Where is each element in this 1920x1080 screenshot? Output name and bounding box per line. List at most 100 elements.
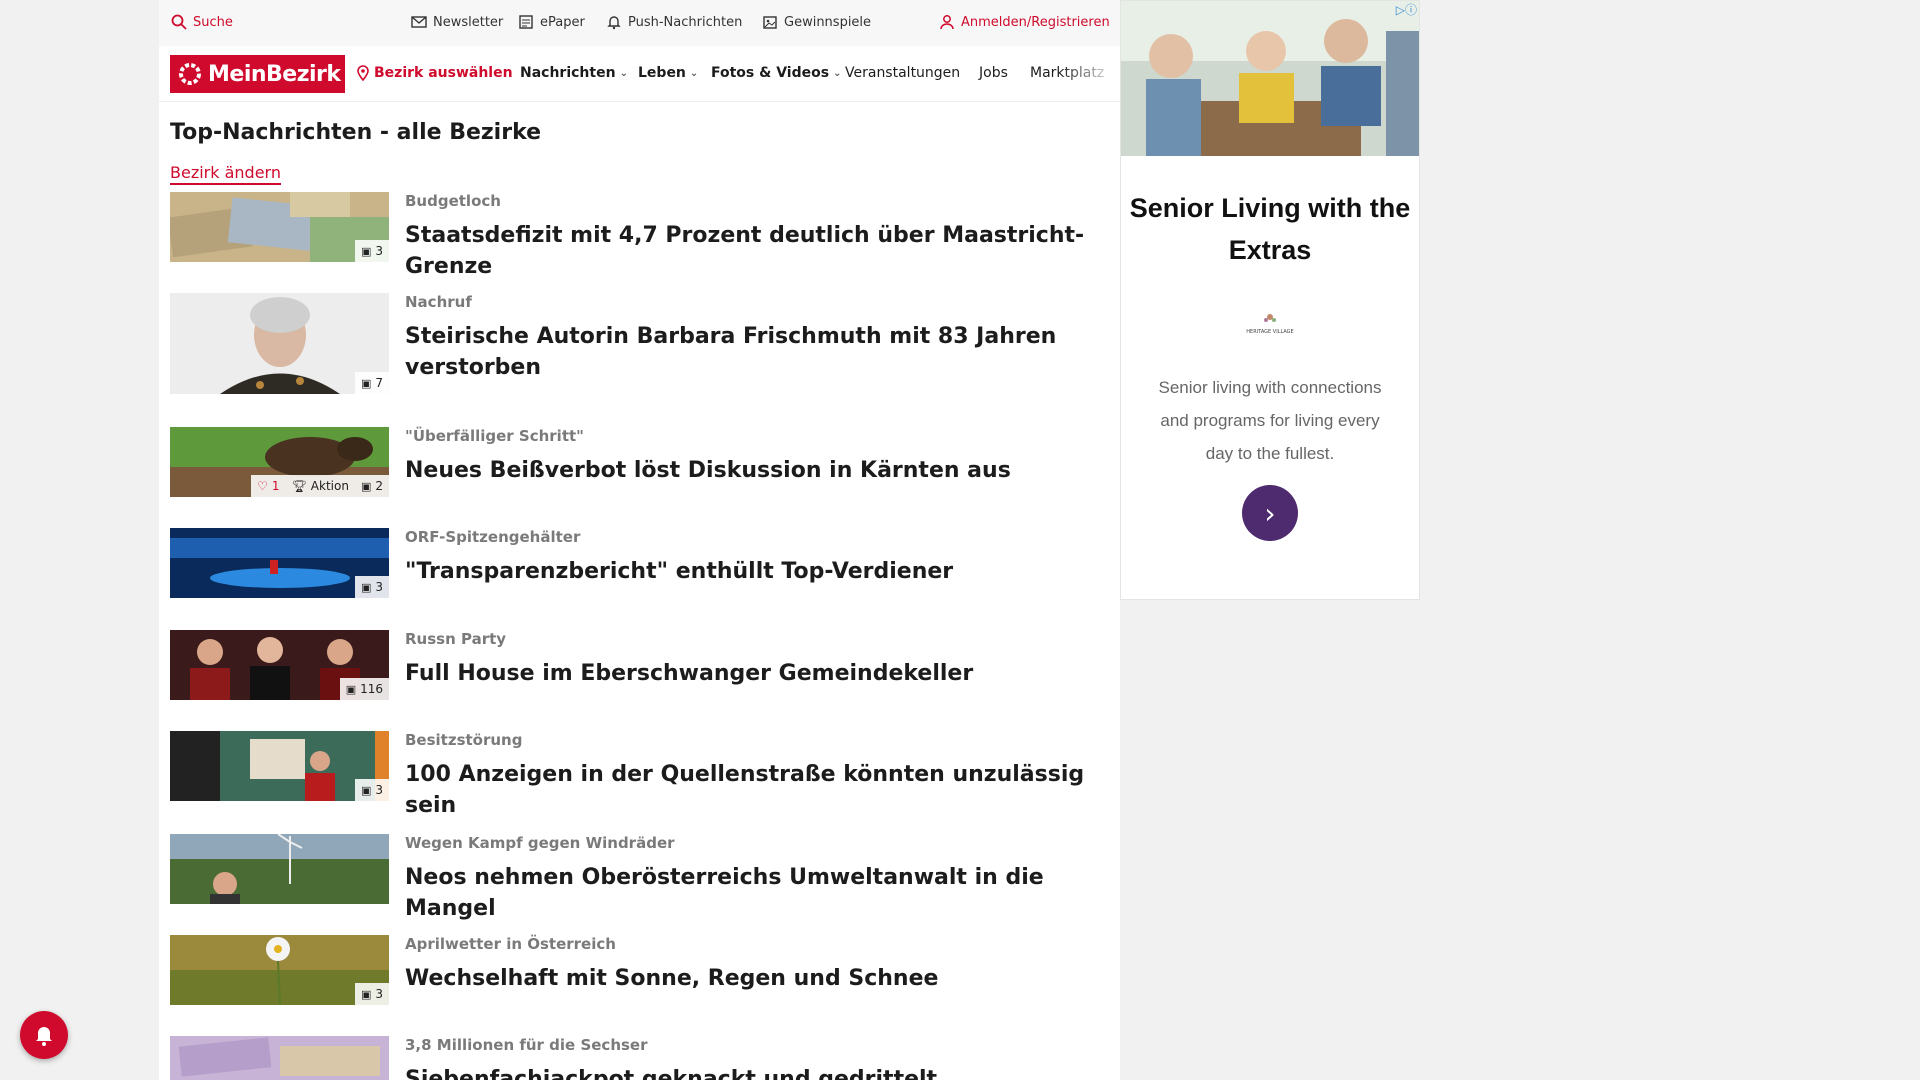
gift-icon [763,16,777,29]
article-kicker: Aprilwetter in Österreich [405,935,616,953]
search-label: Suche [193,14,233,30]
logo-icon [179,63,201,85]
photo-count: 3 [375,987,383,1001]
ad-next-button[interactable]: › [1242,485,1298,541]
article-headline[interactable]: Neos nehmen Oberösterreichs Umweltanwalt… [405,862,1105,924]
epaper-label: ePaper [540,14,585,30]
ad-title[interactable]: Senior Living with the Extras [1121,187,1419,271]
advertiser-logo-text: HERITAGE VILLAGE [1246,329,1293,335]
article-thumbnail[interactable]: ▣ 3 [170,192,389,262]
photo-count-badge: ▣ 3 [354,779,389,801]
main-nav: MeinBezirk Bezirk auswählen Nachrichten ⌄… [159,46,1120,102]
article-headline[interactable]: Neues Beißverbot löst Diskussion in Kärn… [405,455,1105,486]
location-pin-icon [357,65,369,81]
article-thumbnail[interactable] [170,1036,389,1080]
ad-image[interactable] [1121,1,1419,156]
search-link[interactable]: Suche [171,14,233,30]
notification-bell-button[interactable] [20,1011,68,1059]
article-kicker: Russn Party [405,630,507,648]
page-title: Top-Nachrichten - alle Bezirke [170,120,542,145]
nav-jobs[interactable]: Jobs [979,65,1008,81]
like-count: 1 [271,479,280,493]
image-icon: ▣ [345,682,357,696]
nav-veranstaltungen-label: Veranstaltungen [845,65,961,81]
bell-icon [607,16,621,30]
nav-nachrichten-label: Nachrichten [520,65,616,81]
article-kicker: ORF-Spitzengehälter [405,528,581,546]
photo-count: 3 [375,580,383,594]
chevron-down-icon: ⌄ [619,67,628,79]
chevron-down-icon: ⌄ [833,67,842,79]
logo-text: MeinBezirk [208,61,341,87]
nav-veranstaltungen[interactable]: Veranstaltungen [845,65,960,81]
advertisement[interactable]: ▷ⓘ Senior Living with the Extras HERITAG… [1120,0,1420,600]
article-item[interactable]: ▣ 7 Nachruf Steirische Autorin Barbara Fr… [170,293,1110,395]
login-link[interactable]: Anmelden/Registrieren [939,14,1110,30]
article-headline[interactable]: 100 Anzeigen in der Quellenstraße könnte… [405,759,1105,821]
epaper-link[interactable]: ePaper [518,14,585,30]
user-icon [940,15,954,30]
article-item[interactable]: Wegen Kampf gegen Windräder Neos nehmen … [170,834,1110,921]
ad-info-icon[interactable]: ▷ⓘ [1396,1,1417,18]
photo-count-badge: ▣ 116 [339,678,389,700]
article-kicker: Nachruf [405,293,472,311]
photo-count: 3 [375,783,383,797]
nav-fotos-videos[interactable]: Fotos & Videos ⌄ [711,65,841,81]
district-select[interactable]: Bezirk auswählen [356,65,513,81]
article-headline[interactable]: Steirische Autorin Barbara Frischmuth mi… [405,321,1105,383]
change-district-link[interactable]: Bezirk ändern [170,163,281,185]
newspaper-icon [519,15,533,29]
image-icon: ▣ [360,376,372,390]
article-kicker: 3,8 Millionen für die Sechser [405,1036,648,1054]
nav-leben-label: Leben [638,65,686,81]
article-thumbnail[interactable]: ▣ 7 [170,293,389,394]
article-kicker: "Überfälliger Schritt" [405,427,584,445]
nav-fotos-videos-label: Fotos & Videos [711,65,830,81]
district-select-label: Bezirk auswählen [374,65,513,81]
heart-icon: ♡ [257,479,268,493]
chevron-right-icon: › [1264,496,1276,530]
site-logo[interactable]: MeinBezirk [170,55,345,93]
article-thumbnail[interactable]: ♡ 1 🏆︎ Aktion ▣ 2 [170,427,389,497]
nav-nachrichten[interactable]: Nachrichten ⌄ [520,65,628,81]
article-headline[interactable]: Wechselhaft mit Sonne, Regen und Schnee [405,963,1105,994]
article-thumbnail[interactable]: ▣ 3 [170,731,389,801]
article-item[interactable]: ▣ 3 ORF-Spitzengehälter "Transparenzberic… [170,528,1110,600]
article-item[interactable]: ♡ 1 🏆︎ Aktion ▣ 2 "Überfälliger Schritt" Ne… [170,427,1110,499]
gewinnspiele-link[interactable]: Gewinnspiele [762,14,871,30]
nav-leben[interactable]: Leben ⌄ [638,65,698,81]
article-thumbnail[interactable]: ▣ 116 [170,630,389,700]
photo-count-badge: ▣ 7 [354,372,389,394]
photo-count: 2 [375,479,383,493]
article-item[interactable]: ▣ 3 Budgetloch Staatsdefizit mit 4,7 Proz… [170,192,1110,279]
search-icon [171,14,187,30]
article-item[interactable]: 3,8 Millionen für die Sechser Siebenfach… [170,1036,1110,1080]
article-thumbnail[interactable] [170,834,389,904]
article-headline[interactable]: Full House im Eberschwanger Gemeindekell… [405,658,1105,689]
photo-count: 3 [375,244,383,258]
ad-body: Senior living with connections and progr… [1158,378,1382,463]
utility-bar: Suche Newsletter ePaper Push-Nachrichten… [159,0,1120,46]
chevron-down-icon: ⌄ [689,67,699,79]
push-link[interactable]: Push-Nachrichten [606,14,742,30]
article-thumbnail[interactable]: ▣ 3 [170,528,389,598]
article-kicker: Besitzstörung [405,731,523,749]
nav-jobs-label: Jobs [979,65,1008,81]
article-item[interactable]: ▣ 116 Russn Party Full House im Eberschwa… [170,630,1110,702]
article-headline[interactable]: Siebenfachjackpot geknackt und gedrittel… [405,1064,1105,1080]
image-icon: ▣ [360,244,372,258]
article-item[interactable]: ▣ 3 Aprilwetter in Österreich Wechselhaft… [170,935,1110,1007]
photo-count-badge: ▣ 3 [354,240,389,262]
article-kicker: Wegen Kampf gegen Windräder [405,834,675,852]
image-icon: ▣ [360,580,372,594]
article-thumbnail[interactable]: ▣ 3 [170,935,389,1005]
photo-count-badge: ▣ 3 [354,983,389,1005]
advertiser-logo: HERITAGE VILLAGE [1240,309,1300,339]
login-label: Anmelden/Registrieren [961,14,1110,30]
article-headline[interactable]: "Transparenzbericht" enthüllt Top-Verdie… [405,556,1105,587]
mail-icon [411,16,427,28]
article-item[interactable]: ▣ 3 Besitzstörung 100 Anzeigen in der Que… [170,731,1110,818]
image-icon: ▣ [360,783,372,797]
article-headline[interactable]: Staatsdefizit mit 4,7 Prozent deutlich ü… [405,220,1105,282]
newsletter-link[interactable]: Newsletter [411,14,503,30]
